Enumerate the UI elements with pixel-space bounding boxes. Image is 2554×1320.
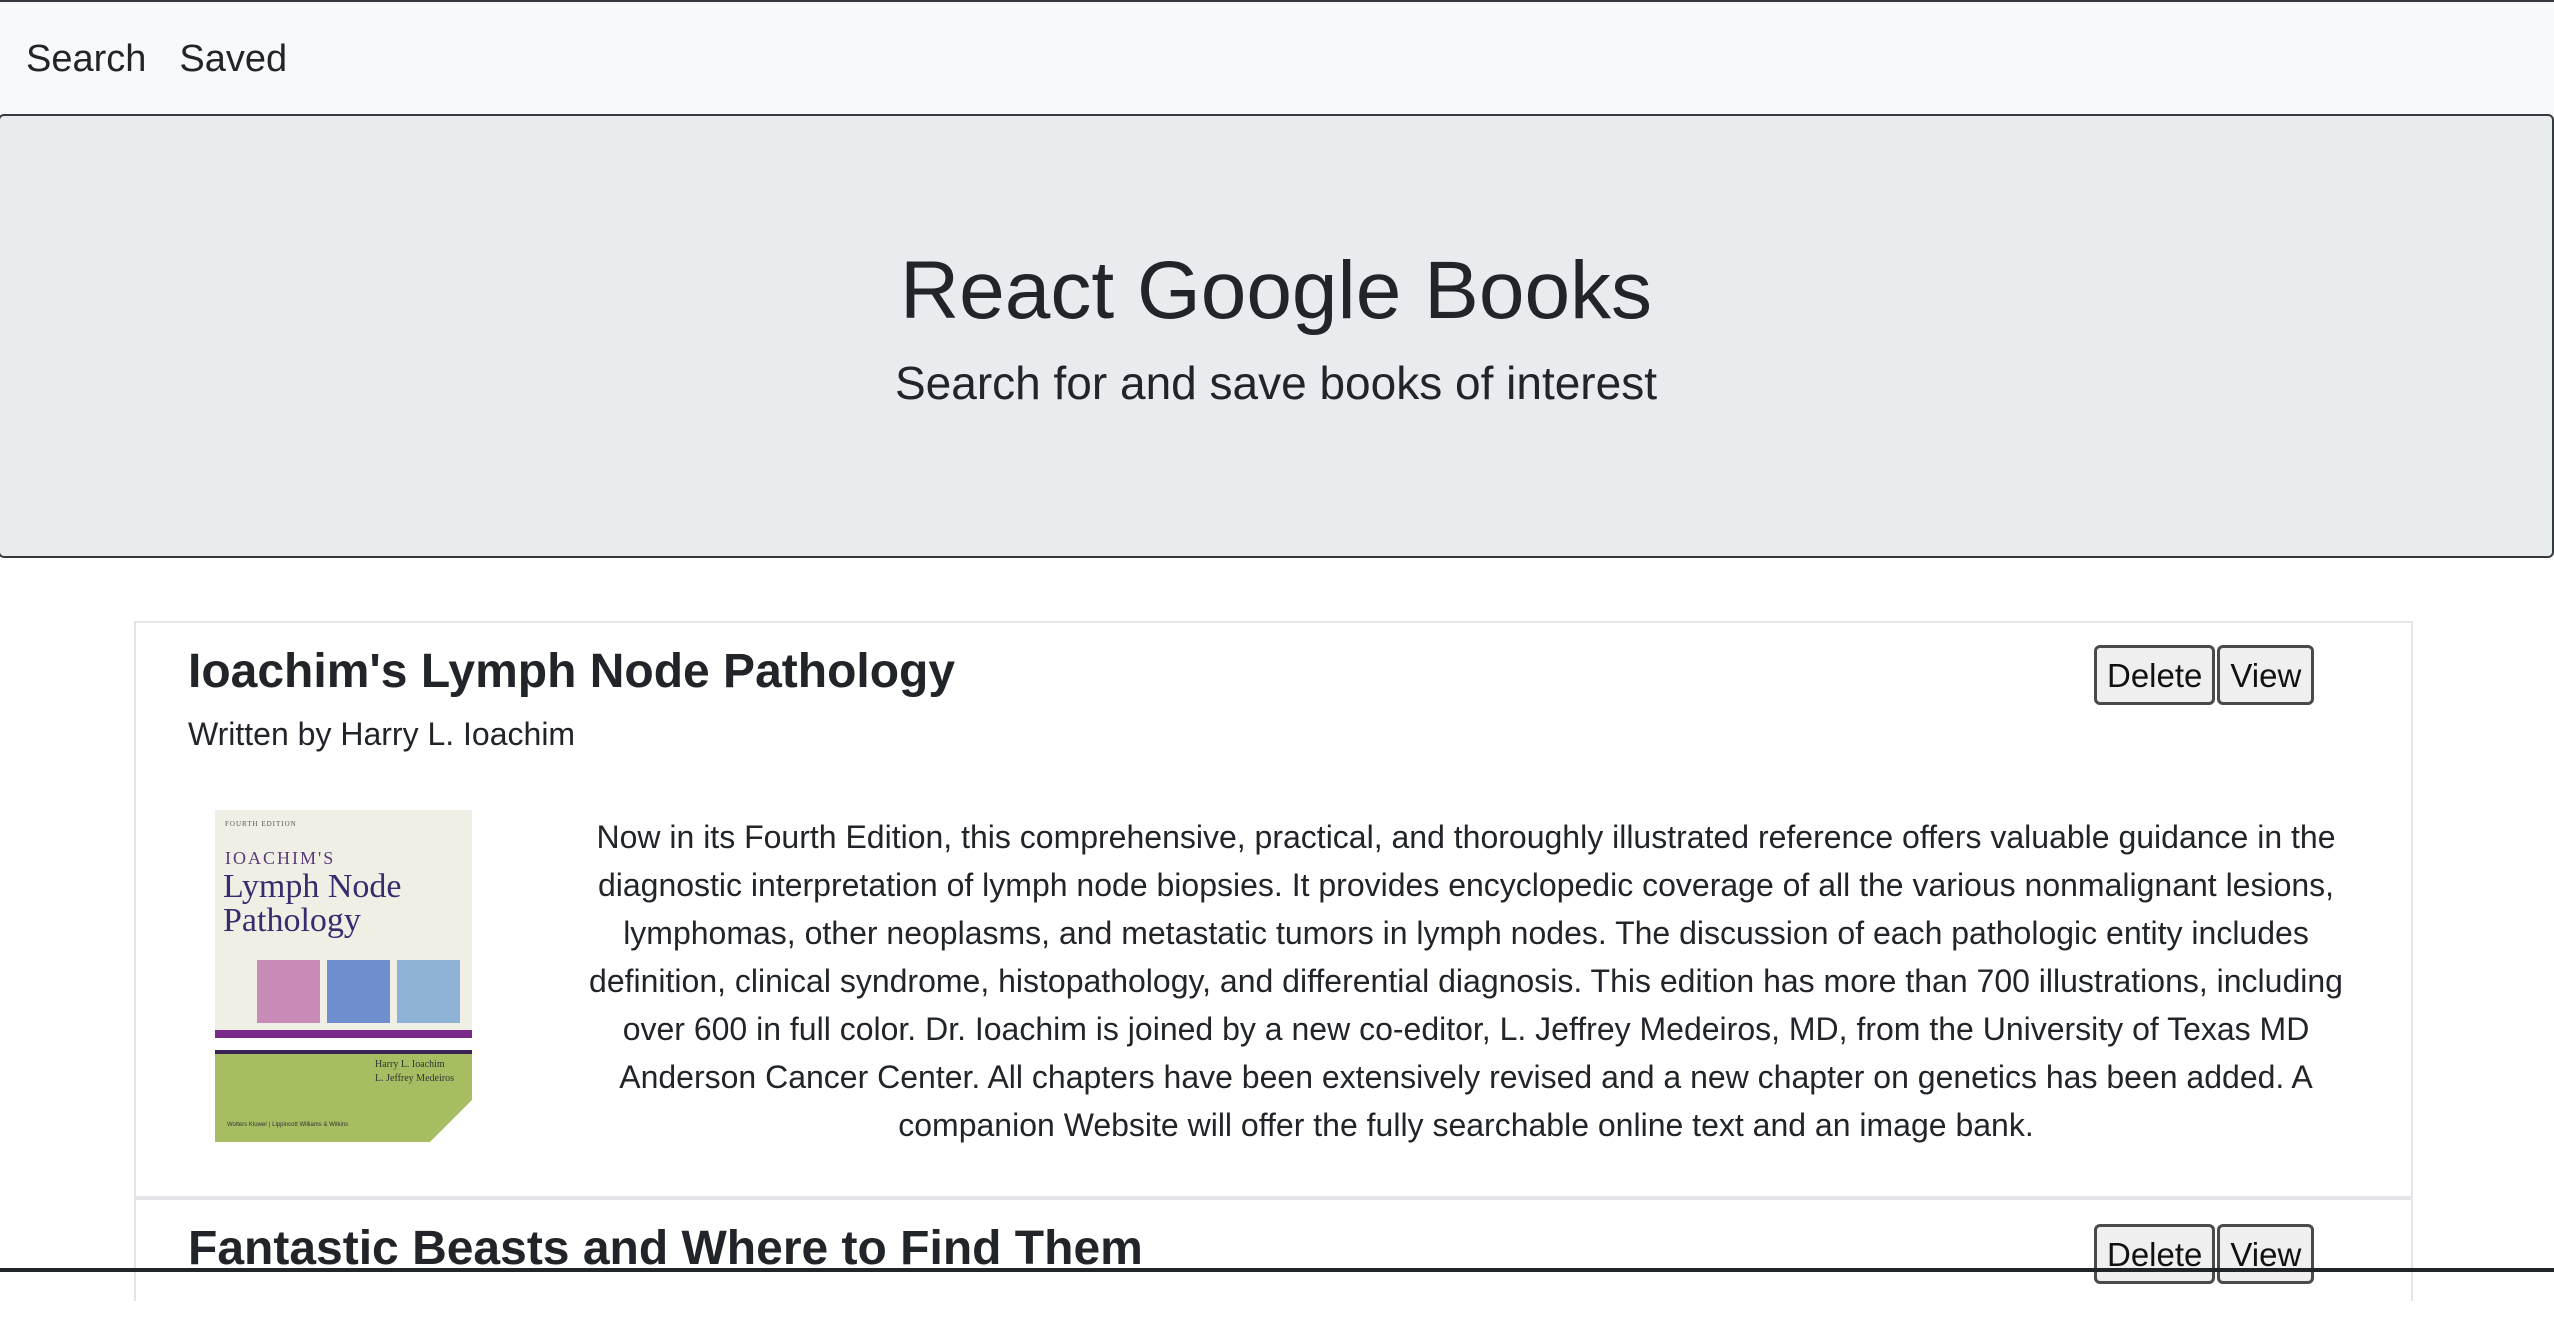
- cover-author-mark: IOACHIM'S: [225, 848, 336, 868]
- page-title: React Google Books: [899, 245, 1653, 336]
- cover-stripe: [215, 1030, 472, 1038]
- navbar: Search Saved: [0, 0, 2554, 115]
- book-card: Fantastic Beasts and Where to Find Them …: [136, 1200, 2411, 1320]
- nav-link-search[interactable]: Search: [26, 40, 146, 78]
- view-button[interactable]: View: [2217, 645, 2315, 705]
- cover-title: Lymph Node Pathology: [223, 870, 401, 938]
- book-actions: Delete View: [2094, 645, 2316, 705]
- book-card: Ioachim's Lymph Node Pathology Written b…: [136, 623, 2411, 1200]
- cover-author-names: Harry L. Ioachim L. Jeffrey Medeiros: [375, 1058, 454, 1086]
- cover-title-line1: Lymph Node: [223, 868, 402, 905]
- book-description: Now in its Fourth Edition, this comprehe…: [589, 819, 2343, 1143]
- book-author: Written by Harry L. Ioachim: [188, 716, 576, 752]
- delete-button[interactable]: Delete: [2094, 1224, 2216, 1284]
- window-bottom-edge: [0, 1268, 2554, 1272]
- cover-name-1: Harry L. Ioachim: [375, 1059, 445, 1070]
- book-title: Ioachim's Lymph Node Pathology: [188, 645, 956, 698]
- cover-micrograph-tile: [327, 960, 390, 1023]
- jumbotron: React Google Books Search for and save b…: [0, 114, 2554, 558]
- page-subtitle: Search for and save books of interest: [895, 357, 1657, 409]
- cover-publisher-logo: Wolters Kluwer | Lippincott Williams & W…: [227, 1122, 349, 1128]
- delete-button[interactable]: Delete: [2094, 645, 2216, 705]
- saved-books-list: Ioachim's Lymph Node Pathology Written b…: [134, 621, 2413, 1301]
- cover-edition-text: FOURTH EDITION: [225, 820, 297, 828]
- cover-stripe: [215, 1038, 472, 1050]
- cover-page-curl: [430, 1100, 472, 1142]
- cover-name-2: L. Jeffrey Medeiros: [375, 1073, 454, 1084]
- book-cover-image: FOURTH EDITION IOACHIM'S Lymph Node Path…: [215, 810, 472, 1142]
- cover-micrograph-tile: [257, 960, 320, 1023]
- cover-micrograph-tile: [397, 960, 460, 1023]
- cover-title-line2: Pathology: [223, 902, 361, 939]
- nav-link-saved[interactable]: Saved: [179, 40, 287, 78]
- view-button[interactable]: View: [2217, 1224, 2315, 1284]
- book-title: Fantastic Beasts and Where to Find Them: [188, 1222, 1143, 1275]
- book-actions: Delete View: [2094, 1224, 2316, 1284]
